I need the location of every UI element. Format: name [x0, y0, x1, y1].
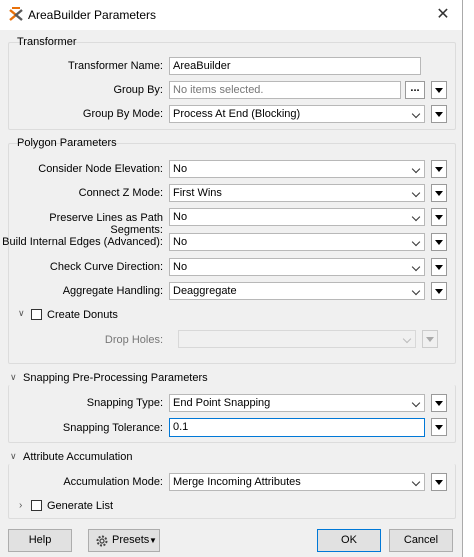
snapping-type-menu-button[interactable] [431, 394, 447, 412]
internal-edges-menu-button[interactable] [431, 233, 447, 251]
transformer-group-title: Transformer [17, 36, 77, 48]
caret-down-icon: ▼ [149, 536, 157, 545]
group-by-browse-button[interactable]: ... [405, 81, 425, 99]
presets-label: Presets [112, 534, 150, 546]
connect-z-menu-button[interactable] [431, 184, 447, 202]
attribute-group-title: Attribute Accumulation [23, 451, 133, 463]
group-by-mode-select[interactable]: Process At End (Blocking) [169, 105, 425, 123]
chevron-down-icon[interactable]: ∨ [10, 451, 17, 462]
generate-list-checkbox[interactable] [31, 500, 42, 511]
window-title: AreaBuilder Parameters [28, 8, 157, 22]
drop-holes-menu-button[interactable] [422, 330, 438, 348]
create-donuts-label: Create Donuts [47, 309, 118, 321]
curve-direction-select[interactable]: No [169, 258, 425, 276]
group-by-input[interactable]: No items selected. [169, 81, 401, 99]
transformer-name-label: Transformer Name: [68, 60, 163, 72]
chevron-down-icon[interactable]: ∨ [18, 308, 25, 319]
create-donuts-checkbox[interactable] [31, 309, 42, 320]
preserve-lines-menu-button[interactable] [431, 208, 447, 226]
snapping-type-label: Snapping Type: [86, 397, 163, 409]
node-elevation-menu-button[interactable] [431, 160, 447, 178]
connect-z-select[interactable]: First Wins [169, 184, 425, 202]
accumulation-mode-label: Accumulation Mode: [63, 476, 163, 488]
ok-button[interactable]: OK [317, 529, 381, 552]
curve-direction-menu-button[interactable] [431, 258, 447, 276]
aggregate-handling-select[interactable]: Deaggregate [169, 282, 425, 300]
snapping-tolerance-menu-button[interactable] [431, 418, 447, 436]
snapping-tolerance-input[interactable]: 0.1 [169, 418, 425, 437]
fme-transformer-icon [9, 7, 23, 21]
snapping-tolerance-label: Snapping Tolerance: [62, 422, 163, 434]
aggregate-handling-menu-button[interactable] [431, 282, 447, 300]
transformer-name-input[interactable]: AreaBuilder [169, 57, 421, 75]
help-button[interactable]: Help [8, 529, 72, 552]
accumulation-mode-select[interactable]: Merge Incoming Attributes [169, 473, 425, 491]
generate-list-label: Generate List [47, 500, 114, 512]
chevron-down-icon[interactable]: ∨ [10, 372, 17, 383]
close-icon[interactable]: ✕ [430, 4, 456, 26]
group-by-mode-menu-button[interactable] [431, 105, 447, 123]
connect-z-label: Connect Z Mode: [78, 187, 163, 199]
polygon-group-title: Polygon Parameters [17, 137, 117, 149]
dialog-window: AreaBuilder Parameters ✕ Transformer Tra… [0, 0, 463, 557]
title-bar: AreaBuilder Parameters ✕ [0, 0, 462, 30]
snapping-group-title: Snapping Pre-Processing Parameters [23, 372, 208, 384]
curve-direction-label: Check Curve Direction: [49, 261, 163, 273]
background-window-strip [463, 0, 474, 557]
chevron-right-icon[interactable]: › [19, 500, 22, 511]
accumulation-mode-menu-button[interactable] [431, 473, 447, 491]
presets-button[interactable]: Presets ▼ [88, 529, 160, 552]
internal-edges-label: Build Internal Edges (Advanced): [2, 236, 163, 248]
gear-icon [96, 535, 108, 547]
group-by-label: Group By: [113, 84, 163, 96]
internal-edges-select[interactable]: No [169, 233, 425, 251]
node-elevation-label: Consider Node Elevation: [38, 163, 163, 175]
aggregate-handling-label: Aggregate Handling: [62, 285, 163, 297]
group-by-menu-button[interactable] [431, 81, 447, 99]
group-by-mode-label: Group By Mode: [82, 108, 163, 120]
preserve-lines-select[interactable]: No [169, 208, 425, 226]
group-by-placeholder: No items selected. [173, 84, 264, 96]
drop-holes-label: Drop Holes: [104, 334, 163, 346]
preserve-lines-label: Preserve Lines as Path Segments: [49, 212, 163, 236]
drop-holes-select[interactable] [178, 330, 416, 348]
node-elevation-select[interactable]: No [169, 160, 425, 178]
cancel-button[interactable]: Cancel [389, 529, 453, 552]
snapping-type-select[interactable]: End Point Snapping [169, 394, 425, 412]
